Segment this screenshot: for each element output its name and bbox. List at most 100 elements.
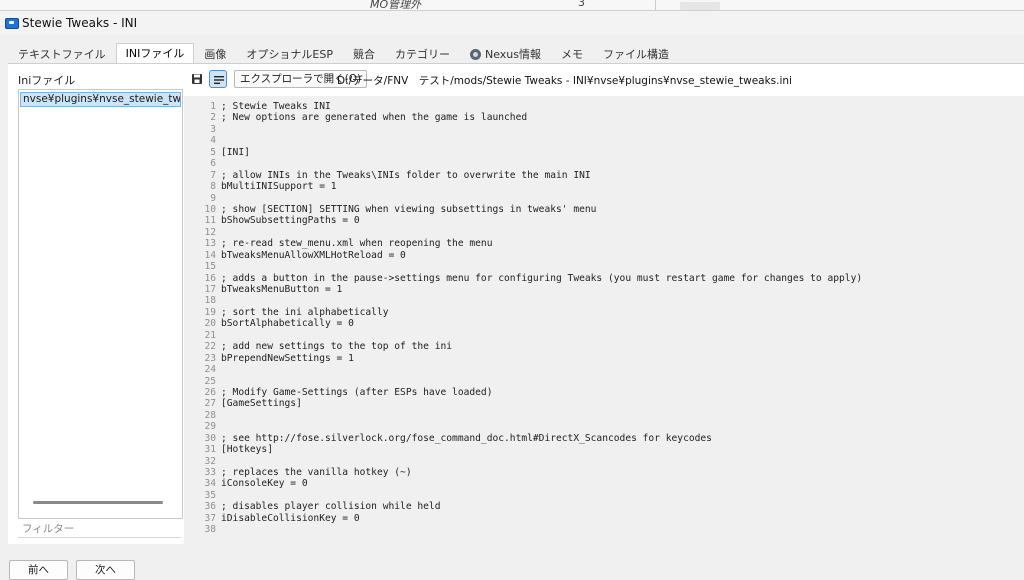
- background-divider: [655, 0, 656, 10]
- tab-3[interactable]: オプショナルESP: [236, 44, 343, 64]
- line-number: 9: [210, 192, 216, 204]
- tab-8[interactable]: ファイル構造: [593, 44, 679, 64]
- code-line[interactable]: 26 ; Modify Game-Settings (after ESPs hav…: [184, 387, 862, 398]
- tab-0[interactable]: テキストファイル: [8, 44, 116, 64]
- line-text: iDisableCollisionKey = 0: [221, 512, 360, 524]
- background-window: MO管理外 3: [0, 0, 1024, 11]
- code-line[interactable]: 12: [184, 227, 862, 238]
- line-text: ; disables player collision while held: [221, 501, 441, 513]
- line-number: 32: [204, 455, 216, 467]
- line-text: bMultiINISupport = 1: [221, 181, 337, 193]
- code-line[interactable]: 6: [184, 158, 862, 169]
- tab-label: 競合: [352, 48, 375, 61]
- code-line[interactable]: 22 ; add new settings to the top of the i…: [184, 341, 862, 352]
- code-line[interactable]: 27 [GameSettings]: [184, 398, 862, 409]
- line-number: 26: [204, 386, 216, 398]
- line-text: ; replaces the vanilla hotkey (~): [221, 467, 412, 478]
- editor-toolbar: エクスプローラで開く(O) D:/データ/FNV テスト/mods/Stewie…: [184, 68, 1024, 90]
- code-line[interactable]: 35: [184, 490, 862, 501]
- code-line[interactable]: 4: [184, 135, 862, 146]
- code-line[interactable]: 33 ; replaces the vanilla hotkey (~): [184, 467, 862, 478]
- line-number: 1: [210, 101, 216, 112]
- line-text: [INI]: [221, 146, 250, 158]
- line-text: ; see http://fose.silverlock.org/fose_co…: [221, 432, 712, 444]
- code-line[interactable]: 25: [184, 376, 862, 387]
- line-number: 11: [204, 215, 216, 227]
- code-line[interactable]: 29: [184, 421, 862, 432]
- code-line[interactable]: 15: [184, 261, 862, 272]
- line-text: bTweaksMenuButton = 1: [221, 284, 343, 295]
- file-path: D:/データ/FNV テスト/mods/Stewie Tweaks - INI¥…: [337, 75, 792, 87]
- save-icon: [192, 74, 202, 84]
- tab-5[interactable]: カテゴリー: [385, 44, 460, 64]
- save-button[interactable]: [188, 70, 206, 88]
- word-wrap-button[interactable]: [209, 70, 227, 88]
- code-line[interactable]: 21: [184, 330, 862, 341]
- code-line[interactable]: 23 bPrependNewSettings = 1: [184, 353, 862, 364]
- line-number: 21: [204, 329, 216, 341]
- line-text: ; Modify Game-Settings (after ESPs have …: [221, 386, 493, 398]
- line-number: 8: [210, 181, 216, 193]
- code-line[interactable]: 31 [Hotkeys]: [184, 444, 862, 455]
- code-line[interactable]: 34 iConsoleKey = 0: [184, 478, 862, 489]
- word-wrap-icon: [214, 76, 224, 84]
- line-number: 3: [210, 123, 216, 135]
- code-line[interactable]: 10 ; show [SECTION] SETTING when viewing …: [184, 204, 862, 215]
- code-line[interactable]: 1 ; Stewie Tweaks INI: [184, 101, 862, 112]
- code-line[interactable]: 24: [184, 364, 862, 375]
- line-number: 24: [204, 364, 216, 376]
- code-line[interactable]: 3: [184, 124, 862, 135]
- code-line[interactable]: 19 ; sort the ini alphabetically: [184, 307, 862, 318]
- filter-input[interactable]: [18, 521, 181, 538]
- tab-6[interactable]: Nexus情報: [460, 44, 551, 64]
- line-number: 15: [204, 261, 216, 273]
- ini-editor[interactable]: 1 ; Stewie Tweaks INI 2 ; New options are g…: [184, 96, 1024, 544]
- next-button[interactable]: 次へ: [76, 560, 135, 580]
- code-line[interactable]: 16 ; adds a button in the pause->settings…: [184, 273, 862, 284]
- line-text: ; New options are generated when the gam…: [221, 112, 528, 124]
- tab-1[interactable]: INIファイル: [115, 43, 195, 64]
- background-placeholder: [680, 2, 720, 10]
- code-area[interactable]: 1 ; Stewie Tweaks INI 2 ; New options are g…: [184, 101, 862, 536]
- code-line[interactable]: 9: [184, 193, 862, 204]
- line-text: bShowSubsettingPaths = 0: [221, 215, 360, 227]
- code-line[interactable]: 8 bMultiINISupport = 1: [184, 181, 862, 192]
- code-line[interactable]: 37 iDisableCollisionKey = 0: [184, 513, 862, 524]
- title-bar[interactable]: Stewie Tweaks - INI: [0, 11, 1024, 35]
- tab-7[interactable]: メモ: [551, 44, 593, 64]
- code-line[interactable]: 30 ; see http://fose.silverlock.org/fose_…: [184, 433, 862, 444]
- ini-file-item[interactable]: nvse¥plugins¥nvse_stewie_tweaks.ini: [20, 92, 181, 107]
- code-line[interactable]: 7 ; allow INIs in the Tweaks\INIs folder …: [184, 170, 862, 181]
- code-line[interactable]: 17 bTweaksMenuButton = 1: [184, 284, 862, 295]
- tab-label: オプショナルESP: [246, 48, 333, 61]
- ini-files-label: Iniファイル: [18, 74, 76, 87]
- line-text: bSortAlphabetically = 0: [221, 318, 354, 330]
- code-line[interactable]: 28: [184, 410, 862, 421]
- code-line[interactable]: 18: [184, 295, 862, 306]
- code-line[interactable]: 36 ; disables player collision while held: [184, 501, 862, 512]
- code-line[interactable]: 11 bShowSubsettingPaths = 0: [184, 215, 862, 226]
- tab-label: メモ: [560, 48, 583, 61]
- line-text: bPrependNewSettings = 1: [221, 352, 354, 364]
- horizontal-scrollbar[interactable]: [33, 501, 163, 504]
- line-number: 4: [210, 135, 216, 147]
- line-number: 17: [204, 284, 216, 295]
- ini-file-list[interactable]: nvse¥plugins¥nvse_stewie_tweaks.ini: [18, 89, 183, 519]
- line-number: 12: [204, 226, 216, 238]
- code-line[interactable]: 13 ; re-read stew_menu.xml when reopening…: [184, 238, 862, 249]
- code-line[interactable]: 32: [184, 456, 862, 467]
- tab-label: カテゴリー: [394, 48, 450, 61]
- code-line[interactable]: 2 ; New options are generated when the ga…: [184, 112, 862, 123]
- code-line[interactable]: 5 [INI]: [184, 147, 862, 158]
- code-line[interactable]: 20 bSortAlphabetically = 0: [184, 318, 862, 329]
- code-line[interactable]: 14 bTweaksMenuAllowXMLHotReload = 0: [184, 250, 862, 261]
- tab-label: INIファイル: [125, 47, 185, 60]
- tab-4[interactable]: 競合: [343, 44, 385, 64]
- code-line[interactable]: 38: [184, 524, 862, 535]
- tab-2[interactable]: 画像: [194, 44, 236, 64]
- line-text: ; show [SECTION] SETTING when viewing su…: [221, 203, 597, 215]
- tab-label: ファイル構造: [602, 48, 669, 61]
- line-number: 25: [204, 375, 216, 387]
- previous-button[interactable]: 前へ: [9, 560, 68, 580]
- line-number: 14: [204, 249, 216, 261]
